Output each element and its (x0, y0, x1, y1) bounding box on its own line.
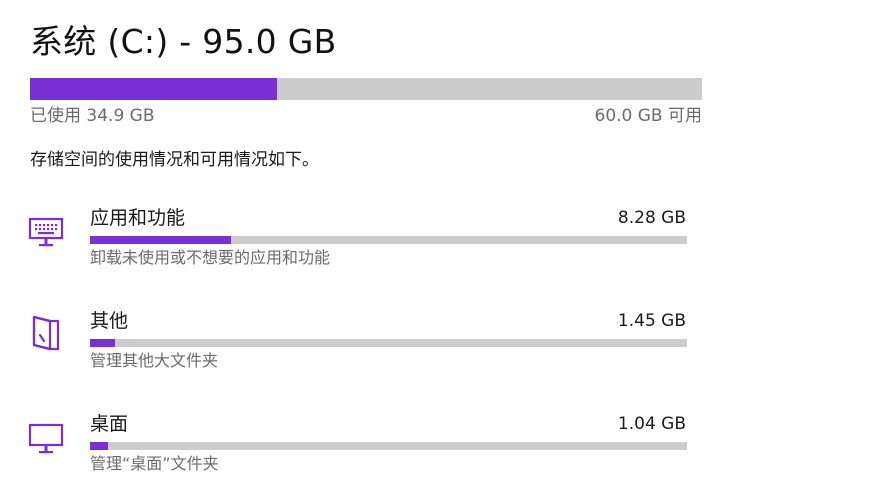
category-usage-bar (90, 339, 687, 347)
category-name: 其他 (90, 310, 129, 332)
category-desktop[interactable]: 桌面 1.04 GB 管理“桌面”文件夹 (0, 410, 895, 496)
used-space-label: 已使用 34.9 GB (30, 106, 155, 126)
drive-usage-bar (30, 78, 702, 100)
category-subtitle: 管理“桌面”文件夹 (90, 454, 219, 473)
category-name: 应用和功能 (90, 207, 186, 229)
category-usage-bar (90, 442, 687, 450)
page-title: 系统 (C:) - 95.0 GB (30, 22, 337, 61)
category-name: 桌面 (90, 413, 129, 435)
category-size: 8.28 GB (617, 208, 686, 228)
category-usage-fill (90, 236, 232, 244)
storage-usage-page: 系统 (C:) - 95.0 GB 已使用 34.9 GB 60.0 GB 可用… (0, 0, 895, 504)
free-space-label: 60.0 GB 可用 (594, 106, 703, 126)
folder-icon (28, 311, 66, 351)
category-usage-fill (90, 339, 116, 347)
category-apps-features[interactable]: 应用和功能 8.28 GB 卸载未使用或不想要的应用和功能 (0, 204, 895, 290)
drive-usage-fill (30, 78, 277, 100)
category-subtitle: 卸载未使用或不想要的应用和功能 (90, 248, 331, 267)
monitor-icon (28, 422, 66, 458)
category-usage-bar (90, 236, 687, 244)
category-subtitle: 管理其他大文件夹 (90, 351, 219, 370)
category-size: 1.45 GB (617, 311, 686, 331)
keyboard-icon (28, 214, 66, 250)
category-usage-fill (90, 442, 108, 450)
category-size: 1.04 GB (617, 414, 686, 434)
usage-description: 存储空间的使用情况和可用情况如下。 (30, 150, 319, 170)
category-other[interactable]: 其他 1.45 GB 管理其他大文件夹 (0, 307, 895, 393)
